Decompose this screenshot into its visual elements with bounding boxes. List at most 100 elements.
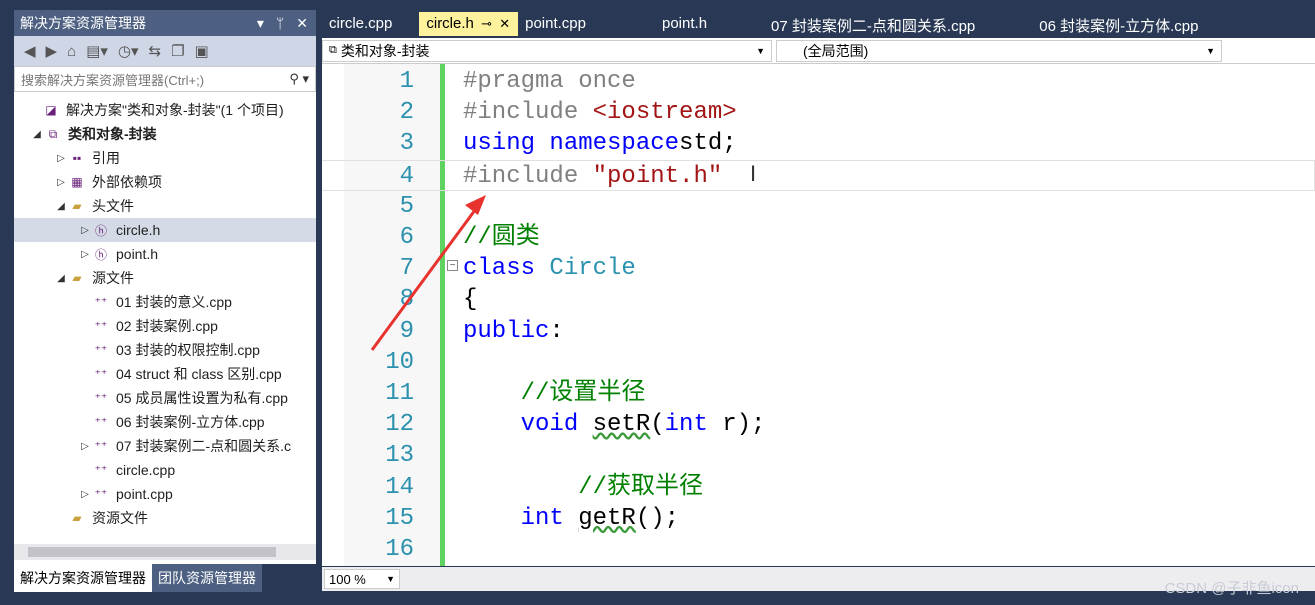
code-token: getR	[578, 504, 636, 532]
editor-tab[interactable]: point.cpp	[518, 12, 593, 36]
code-text: {	[463, 284, 477, 315]
pin-icon[interactable]: ᛘ	[276, 15, 284, 32]
tree-item[interactable]: ⁺⁺ 06 封装案例-立方体.cpp	[14, 410, 316, 434]
code-token: (	[650, 411, 665, 439]
tab-label: circle.h	[426, 15, 474, 32]
cpp-file-icon: ⁺⁺	[94, 295, 108, 309]
code-line: 13	[322, 440, 1315, 471]
horizontal-scrollbar[interactable]	[14, 544, 316, 560]
tree-item[interactable]: ◢ ▰ 头文件	[14, 194, 316, 218]
header-file-icon: ⓗ	[94, 223, 107, 238]
code-line: 5	[322, 191, 1315, 222]
project-icon: ⧉	[48, 126, 58, 141]
line-number: 15	[385, 504, 414, 532]
expander-icon[interactable]: ▷	[78, 225, 92, 236]
zoom-level-dropdown[interactable]: 100 % ▼	[324, 569, 400, 589]
home-icon[interactable]: ⌂	[67, 43, 76, 60]
expander-icon[interactable]: ▷	[78, 489, 92, 500]
editor-tab[interactable]: 06 封装案例-立方体.cpp	[1032, 12, 1205, 36]
tab-team-explorer[interactable]: 团队资源管理器	[152, 564, 262, 592]
line-number: 6	[399, 224, 414, 251]
collapse-icon[interactable]: ❐	[171, 42, 184, 60]
line-number: 1	[399, 68, 414, 95]
tree-item-label: 03 封装的权限控制.cpp	[116, 342, 260, 358]
tree-item-label: 解决方案"类和对象-封装"(1 个项目)	[66, 102, 284, 118]
expander-icon[interactable]: ◢	[30, 129, 44, 140]
search-icon[interactable]: ⚲ ▾	[289, 71, 309, 87]
code-text: //设置半径	[463, 378, 646, 409]
editor-tab[interactable]: 07 封装案例二-点和圆关系.cpp	[764, 12, 982, 36]
code-text: public:	[463, 316, 564, 347]
refresh-icon[interactable]: ⇆	[148, 42, 161, 60]
expander-icon[interactable]: ▷	[78, 249, 92, 260]
tree-item[interactable]: ◪ 解决方案"类和对象-封装"(1 个项目)	[14, 98, 316, 122]
sync-icon[interactable]: ▤▾	[86, 42, 108, 60]
editor-tab[interactable]: point.h	[655, 12, 714, 36]
dropdown-icon[interactable]: ▾	[257, 15, 264, 32]
pin-close-icon[interactable]: ⊸ ✕	[474, 16, 510, 31]
cpp-file-icon: ⁺⁺	[94, 319, 108, 333]
line-number: 12	[385, 411, 414, 439]
code-line: 15 int getR();	[322, 503, 1315, 534]
close-icon[interactable]: ✕	[296, 15, 308, 32]
search-input[interactable]: 搜索解决方案资源管理器(Ctrl+;) ⚲ ▾	[14, 66, 316, 92]
code-token: //获取半径	[578, 473, 704, 501]
tree-item[interactable]: ▷ ⁺⁺ point.cpp	[14, 482, 316, 506]
code-token: int	[664, 411, 723, 439]
tree-item[interactable]: ⁺⁺ 04 struct 和 class 区别.cpp	[14, 362, 316, 386]
editor-tab[interactable]: circle.h ⊸ ✕	[419, 12, 519, 36]
tree-item[interactable]: ◢ ⧉ 类和对象-封装	[14, 122, 316, 146]
code-line: 6 //圆类	[322, 222, 1315, 253]
tree-item[interactable]: ▷ ⓗ point.h	[14, 242, 316, 266]
scope-dropdown[interactable]: (全局范围) ▼	[776, 39, 1222, 62]
code-editor[interactable]: 1 #pragma once 2 #include <iostream> 3 using …	[322, 64, 1315, 566]
cpp-file-icon: ⁺⁺	[94, 367, 108, 381]
code-text: #include "point.h"	[463, 161, 722, 192]
properties-icon[interactable]: ▣	[195, 42, 209, 60]
expander-icon[interactable]: ◢	[54, 273, 68, 284]
tab-solution-explorer[interactable]: 解决方案资源管理器	[14, 564, 152, 592]
history-icon[interactable]: ◷▾	[118, 42, 139, 60]
tree-item[interactable]: ▰ 资源文件	[14, 506, 316, 530]
tab-label: point.h	[662, 15, 708, 32]
tree-item-label: 外部依赖项	[92, 174, 162, 190]
tree-item[interactable]: ⁺⁺ 05 成员属性设置为私有.cpp	[14, 386, 316, 410]
project-icon: ⧉	[329, 44, 337, 56]
tree-item[interactable]: ▷ ▦ 外部依赖项	[14, 170, 316, 194]
collapse-toggle-icon[interactable]: −	[447, 260, 458, 271]
tree-item[interactable]: ⁺⁺ circle.cpp	[14, 458, 316, 482]
code-token: //设置半径	[520, 380, 646, 407]
tree-item-label: 02 封装案例.cpp	[116, 318, 218, 334]
folder-icon: ▰	[72, 271, 82, 285]
search-placeholder: 搜索解决方案资源管理器(Ctrl+;)	[21, 72, 205, 88]
code-text: #include <iostream>	[463, 97, 737, 128]
tree-item[interactable]: ▷ ⓗ circle.h	[14, 218, 316, 242]
external-deps-icon: ▦	[71, 175, 83, 189]
tree-item[interactable]: ⁺⁺ 02 封装案例.cpp	[14, 314, 316, 338]
tree-item[interactable]: ⁺⁺ 03 封装的权限控制.cpp	[14, 338, 316, 362]
tab-label: 06 封装案例-立方体.cpp	[1039, 18, 1199, 35]
editor-tab[interactable]: circle.cpp	[322, 12, 399, 36]
panel-title: 解决方案资源管理器	[20, 15, 146, 31]
tree-item-label: point.h	[116, 246, 159, 262]
text-cursor-icon: I	[750, 161, 757, 186]
line-number: 8	[399, 286, 414, 314]
code-text: class Circle	[463, 253, 636, 284]
tree-item[interactable]: ◢ ▰ 源文件	[14, 266, 316, 290]
forward-icon[interactable]: ▶	[46, 42, 58, 60]
tree-item[interactable]: ▷ ▪▪ 引用	[14, 146, 316, 170]
back-icon[interactable]: ◀	[24, 42, 36, 60]
tree-item[interactable]: ⁺⁺ 01 封装的意义.cpp	[14, 290, 316, 314]
code-line: 7 class Circle	[322, 253, 1315, 284]
scrollbar-thumb[interactable]	[28, 547, 276, 557]
expander-icon[interactable]: ▷	[54, 153, 68, 164]
tree-item[interactable]: ▷ ⁺⁺ 07 封装案例二-点和圆关系.c	[14, 434, 316, 458]
expander-icon[interactable]: ◢	[54, 201, 68, 212]
project-dropdown[interactable]: ⧉ 类和对象-封装 ▼	[322, 39, 772, 62]
expander-icon[interactable]: ▷	[78, 441, 92, 452]
code-token: setR	[592, 411, 651, 439]
expander-icon[interactable]: ▷	[54, 177, 68, 188]
